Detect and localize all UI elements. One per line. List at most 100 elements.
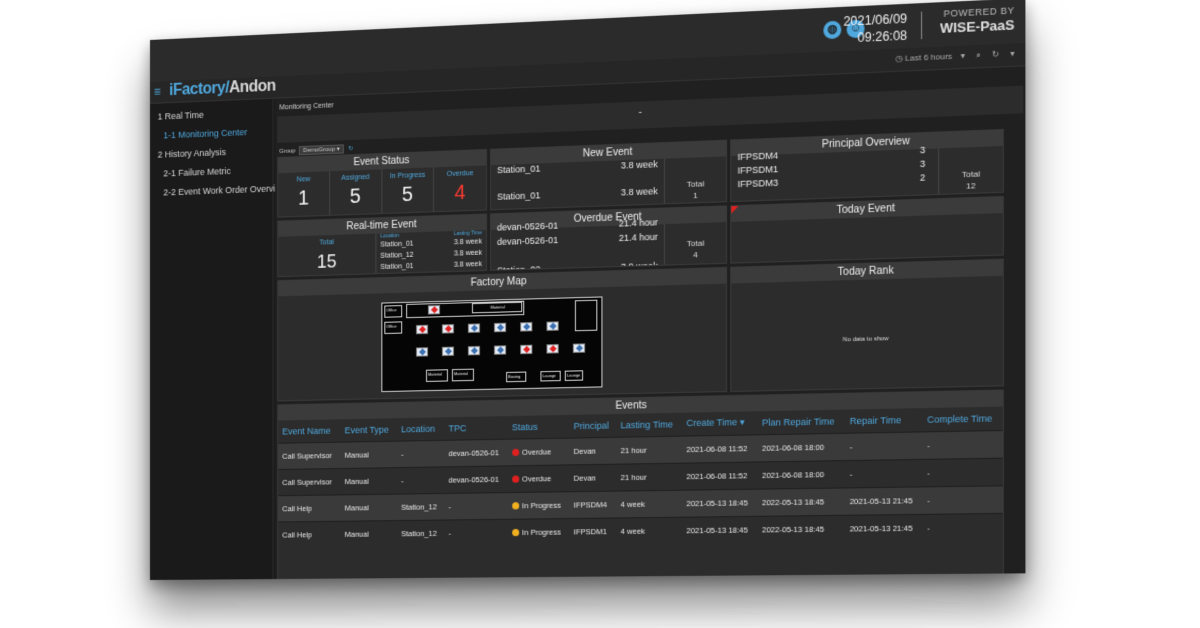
status-assigned[interactable]: Assigned 5 bbox=[329, 169, 382, 216]
column-header[interactable]: Repair Time bbox=[845, 408, 922, 433]
column-header-sorted[interactable]: Create Time ▾ bbox=[682, 411, 758, 435]
cell-tpc: - bbox=[444, 518, 508, 547]
column-header[interactable]: Location bbox=[397, 417, 444, 440]
column-header[interactable]: Event Type bbox=[341, 418, 398, 441]
cell-lasting: 4 week bbox=[616, 489, 683, 518]
datetime: 2021/06/09 09:26:08 bbox=[843, 10, 907, 47]
machine-icon[interactable] bbox=[520, 344, 533, 355]
cell-tpc: devan-0526-01 bbox=[444, 465, 508, 493]
chevron-down-icon[interactable]: ▾ bbox=[961, 51, 965, 61]
status-in-progress[interactable]: In Progress 5 bbox=[381, 167, 435, 215]
column-header[interactable]: Status bbox=[508, 415, 570, 439]
total-box: Total 1 bbox=[663, 156, 727, 204]
status-new[interactable]: New 1 bbox=[278, 171, 330, 218]
time-range-select[interactable]: Last 6 hours bbox=[905, 51, 952, 63]
time-text: 09:26:08 bbox=[857, 28, 908, 46]
principal-name: IFPSDM3 bbox=[737, 177, 779, 190]
breadcrumb: Monitoring Center bbox=[279, 102, 334, 112]
alert-corner-icon bbox=[731, 206, 739, 214]
status-count: 5 bbox=[401, 183, 414, 207]
list-item[interactable]: Station_01 3.8 week bbox=[491, 183, 664, 206]
column-header[interactable]: TPC bbox=[444, 416, 507, 440]
machine-icon[interactable] bbox=[572, 343, 586, 353]
sidebar-item-event-work-order[interactable]: 2-2 Event Work Order Overview bbox=[150, 179, 286, 203]
machine-icon[interactable] bbox=[416, 347, 429, 357]
status-text: Overdue bbox=[522, 446, 552, 457]
machine-icon[interactable] bbox=[441, 346, 454, 357]
cell-lasting: 4 week bbox=[616, 516, 683, 545]
stairs-icon bbox=[574, 299, 598, 332]
cell-complete: - bbox=[922, 512, 1003, 542]
status-label: New bbox=[296, 176, 311, 184]
status-label: Assigned bbox=[341, 173, 370, 182]
brand-andon: Andon bbox=[229, 77, 276, 97]
alert-icon bbox=[511, 475, 520, 483]
cell-location: - bbox=[397, 466, 445, 494]
column-header[interactable]: Event Name bbox=[278, 419, 340, 442]
app-logo[interactable]: iFactory/Andon bbox=[169, 77, 276, 100]
cell-complete: - bbox=[922, 485, 1003, 514]
principal-count: 3 bbox=[919, 144, 926, 156]
lasting-time: 3.8 week bbox=[620, 185, 658, 198]
cell-create: 2021-05-13 18:45 bbox=[682, 488, 758, 517]
total-box: Total 12 bbox=[938, 146, 1003, 194]
cell-tpc: - bbox=[444, 492, 508, 520]
total-value: 1 bbox=[693, 190, 698, 201]
column-header[interactable]: Plan Repair Time bbox=[758, 410, 846, 435]
list-item[interactable]: Station_01 3.8 week bbox=[380, 259, 482, 273]
zoom-icon[interactable]: ⌕ bbox=[976, 50, 981, 60]
new-event-panel: New Event Station_01 3.8 week Station_01 3… bbox=[490, 139, 728, 211]
machine-icon[interactable] bbox=[467, 323, 480, 333]
room-lounge: Lounge bbox=[564, 370, 584, 381]
room-lounge: Lounge bbox=[540, 370, 561, 382]
cell-plan: 2021-06-08 18:00 bbox=[757, 432, 846, 462]
refresh-icon[interactable]: ↻ bbox=[348, 146, 353, 152]
menu-icon[interactable]: ≡ bbox=[154, 85, 161, 99]
refresh-icon[interactable]: ↻ bbox=[992, 49, 999, 59]
cell-type: Manual bbox=[340, 493, 398, 521]
machine-icon[interactable] bbox=[467, 345, 480, 356]
globe-icon[interactable]: ◍ bbox=[823, 20, 842, 40]
machine-icon[interactable] bbox=[428, 305, 440, 315]
status-count: 5 bbox=[349, 185, 361, 209]
cell-name: Call Help bbox=[278, 520, 341, 548]
total-box: Total 4 bbox=[663, 222, 727, 265]
machine-icon[interactable] bbox=[416, 324, 429, 335]
cell-type: Manual bbox=[340, 520, 398, 548]
group-select[interactable]: DemoGroup ▾ bbox=[299, 144, 344, 156]
total-label: Total bbox=[319, 239, 334, 247]
header-tools: ◷ Last 6 hours ▾ ⌕ ↻ ▾ bbox=[887, 49, 1014, 65]
cell-complete: - bbox=[922, 429, 1003, 459]
warning-icon bbox=[511, 502, 520, 510]
lasting-time: 21.4 hour bbox=[618, 231, 658, 244]
machine-icon[interactable] bbox=[494, 345, 507, 355]
status-overdue[interactable]: Overdue 4 bbox=[434, 165, 486, 212]
factory-floor-map[interactable]: Office Office Material Material Material… bbox=[381, 296, 603, 393]
cell-repair: - bbox=[845, 431, 923, 461]
machine-icon[interactable] bbox=[546, 321, 559, 331]
cell-plan: 2022-05-13 18:45 bbox=[757, 514, 846, 543]
total-value: 12 bbox=[966, 180, 976, 191]
machine-icon[interactable] bbox=[441, 324, 454, 334]
column-header[interactable]: Complete Time bbox=[923, 407, 1003, 432]
column-header[interactable]: Lasting Time bbox=[617, 413, 683, 437]
events-panel: Events Event Name Event Type Location TP… bbox=[277, 389, 1004, 580]
machine-icon[interactable] bbox=[546, 344, 559, 354]
column-header[interactable]: Principal bbox=[570, 414, 617, 438]
machine-icon[interactable] bbox=[520, 322, 533, 332]
cell-create: 2021-05-13 18:45 bbox=[682, 515, 758, 544]
cell-location: Station_12 bbox=[397, 492, 445, 521]
lasting-time: 3.8 week bbox=[453, 260, 482, 269]
machine-icon[interactable] bbox=[494, 322, 507, 333]
cell-type: Manual bbox=[340, 467, 398, 495]
cell-complete: - bbox=[922, 457, 1003, 487]
principal-count: 3 bbox=[919, 158, 926, 170]
cell-name: Call Supervisor bbox=[278, 468, 341, 496]
realtime-event-panel: Real-time Event Total 15 Location Lasting … bbox=[277, 213, 488, 278]
chevron-down-icon[interactable]: ▾ bbox=[1010, 49, 1014, 59]
room-office: Office bbox=[384, 321, 403, 335]
status-count: 4 bbox=[454, 181, 466, 205]
lasting-time: 3.8 week bbox=[453, 238, 482, 247]
divider bbox=[921, 11, 923, 40]
status-text: Overdue bbox=[522, 473, 552, 484]
